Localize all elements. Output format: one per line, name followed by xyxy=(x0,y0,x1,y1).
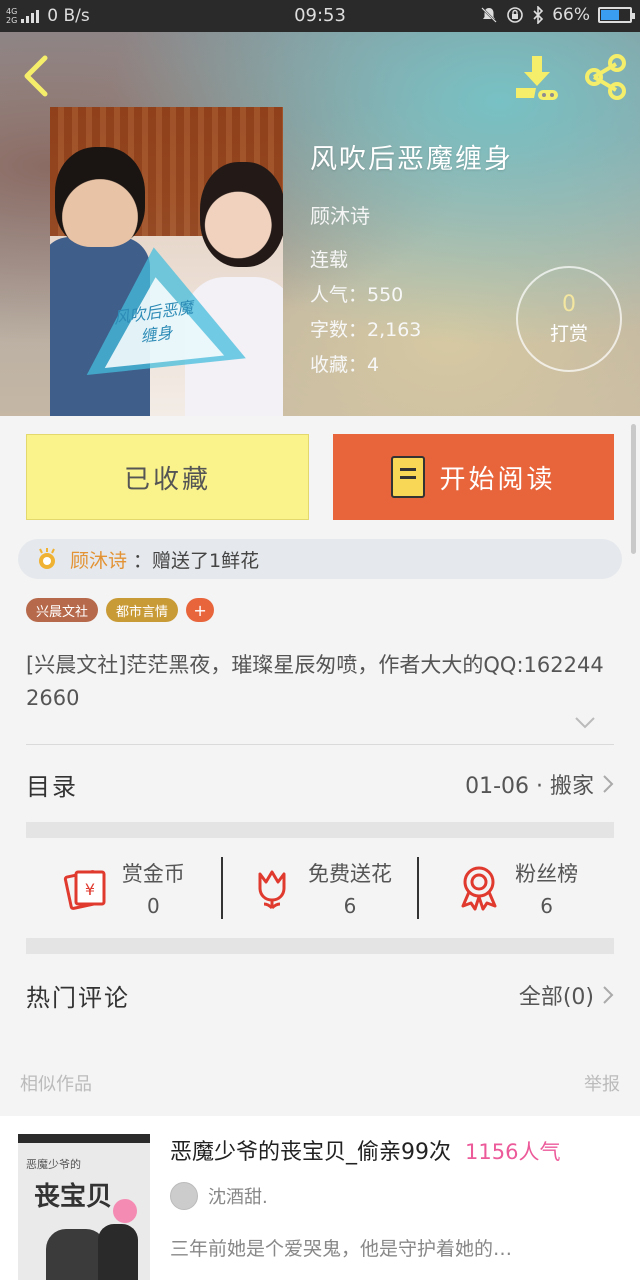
download-button[interactable] xyxy=(512,52,562,102)
flower-icon xyxy=(258,870,286,910)
stat-fan-rank[interactable]: 粉丝榜 6 xyxy=(419,858,614,918)
toc-label: 目录 xyxy=(26,772,78,801)
similar-book-description: 三年前她是个爱哭鬼，他是守护着她的… xyxy=(170,1238,513,1260)
start-reading-label: 开始阅读 xyxy=(439,464,556,495)
book-title: 风吹后恶魔缠身 xyxy=(310,144,513,175)
hot-comments-row[interactable]: 热门评论 全部(0) xyxy=(26,960,614,1030)
book-cover[interactable]: 风吹后恶魔缠身 xyxy=(50,107,283,416)
tag-publisher[interactable]: 兴晨文社 xyxy=(26,598,99,622)
stat-value: 0 xyxy=(146,894,160,918)
flower-gift-text: ：赠送了1鲜花 xyxy=(133,549,260,572)
latest-chapter: 01-06 · 搬家 xyxy=(465,774,594,799)
book-info: 风吹后恶魔缠身 顾沐诗 连载 人气：550 字数：2,163 收藏：4 xyxy=(310,137,513,383)
stat-value: 6 xyxy=(343,894,357,918)
report-link[interactable]: 举报 xyxy=(584,1070,620,1096)
flower-icon xyxy=(39,548,55,569)
back-button[interactable] xyxy=(14,50,58,102)
divider xyxy=(26,744,614,745)
share-icon xyxy=(585,54,626,100)
flower-gift-bar[interactable]: 顾沐诗 ：赠送了1鲜花 xyxy=(18,539,622,579)
section-divider xyxy=(26,822,614,838)
book-popularity: 人气：550 xyxy=(310,284,404,306)
similar-book-item[interactable]: 恶魔少爷的 丧宝贝 恶魔少爷的丧宝贝_偷亲99次 1156人气 沈酒甜. 三年前… xyxy=(0,1116,640,1280)
lock-rotation-icon xyxy=(507,7,524,23)
battery-percent: 66% xyxy=(552,5,590,25)
tip-count: 0 xyxy=(562,292,576,317)
stat-reward-coins[interactable]: ¥ 赏金币 0 xyxy=(26,858,221,918)
stats-row: ¥ 赏金币 0 免费送花 6 粉丝榜 6 xyxy=(26,853,614,923)
chevron-right-icon xyxy=(603,775,614,793)
similar-book-cover[interactable]: 恶魔少爷的 丧宝贝 xyxy=(18,1134,150,1280)
add-tag-button[interactable]: + xyxy=(186,598,215,622)
share-button[interactable] xyxy=(580,52,630,102)
similar-book-author: 沈酒甜. xyxy=(208,1187,268,1208)
similar-cover-title: 丧宝贝 xyxy=(34,1182,113,1212)
book-word-count: 字数：2,163 xyxy=(310,319,422,341)
tag-list: 兴晨文社 都市言情 + xyxy=(26,598,215,622)
stat-label: 免费送花 xyxy=(308,862,392,886)
start-reading-button[interactable]: 开始阅读 xyxy=(333,434,614,520)
mute-bell-icon xyxy=(481,7,497,23)
back-arrow-icon xyxy=(24,55,48,97)
battery-fill xyxy=(601,10,620,20)
hot-comments-label: 热门评论 xyxy=(26,983,130,1012)
book-favorites: 收藏：4 xyxy=(310,354,380,376)
similar-book-popularity: 1156人气 xyxy=(465,1140,561,1164)
similar-works-header: 相似作品 举报 xyxy=(20,1070,620,1096)
download-icon xyxy=(516,56,558,100)
status-right: 66% xyxy=(480,5,635,25)
avatar xyxy=(170,1182,198,1210)
section-divider xyxy=(26,938,614,954)
all-comments-link[interactable]: 全部(0) xyxy=(519,979,594,1011)
tip-label: 打赏 xyxy=(549,323,588,345)
stat-label: 赏金币 xyxy=(121,862,185,886)
table-of-contents-row[interactable]: 目录 01-06 · 搬家 xyxy=(26,749,614,819)
similar-works-label: 相似作品 xyxy=(20,1074,92,1095)
tag-genre[interactable]: 都市言情 xyxy=(106,598,179,622)
status-bar: 4G 2G 0 B/s 09:53 66% xyxy=(0,0,640,32)
tip-button[interactable]: 0 打赏 xyxy=(516,266,622,372)
book-description: [兴晨文社]茫茫黑夜，璀璨星辰匆喷，作者大大的QQ:1622442660 xyxy=(26,653,604,710)
book-meta: 连载 人气：550 字数：2,163 收藏：4 xyxy=(310,243,513,383)
scrollbar[interactable] xyxy=(631,424,636,554)
stat-free-flowers[interactable]: 免费送花 6 xyxy=(223,858,418,918)
svg-text:¥: ¥ xyxy=(85,880,95,899)
stat-value: 6 xyxy=(540,894,554,918)
book-author[interactable]: 顾沐诗 xyxy=(310,200,513,229)
red-envelope-icon: ¥ xyxy=(63,870,106,910)
book-detail-content: 已收藏 开始阅读 顾沐诗 ：赠送了1鲜花 兴晨文社 都市言情 + [兴晨文社]茫… xyxy=(0,416,640,1280)
book-status: 连载 xyxy=(310,249,349,271)
similar-cover-subtitle: 恶魔少爷的 xyxy=(26,1158,81,1171)
collected-button[interactable]: 已收藏 xyxy=(26,434,309,520)
chevron-right-icon xyxy=(603,986,614,1004)
stat-label: 粉丝榜 xyxy=(515,862,579,886)
battery-icon xyxy=(598,7,635,23)
medal-icon xyxy=(461,866,497,911)
book-hero: 风吹后恶魔缠身 风吹后恶魔缠身 顾沐诗 连载 人气：550 字数：2,163 收… xyxy=(0,32,640,416)
expand-chevron-icon[interactable] xyxy=(574,716,596,730)
bluetooth-icon xyxy=(533,6,544,24)
similar-book-title: 恶魔少爷的丧宝贝_偷亲99次 xyxy=(170,1140,451,1165)
flower-giver-name[interactable]: 顾沐诗 xyxy=(70,546,127,573)
book-icon xyxy=(391,456,426,498)
